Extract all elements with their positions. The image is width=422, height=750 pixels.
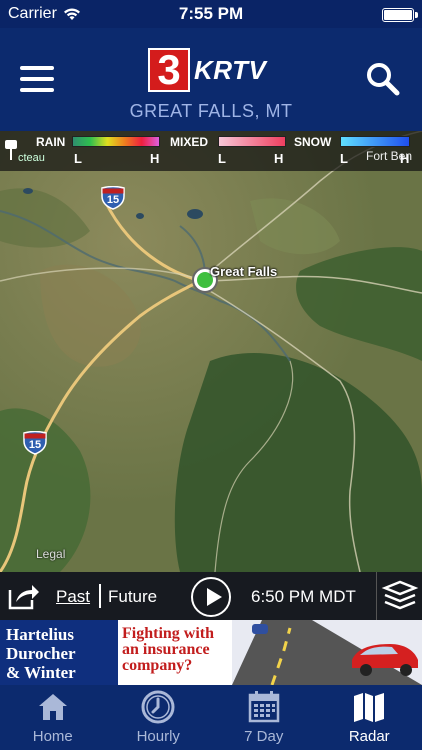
tab-7day[interactable]: 7 Day: [211, 685, 317, 750]
ad-tagline-line: an insurance: [122, 641, 210, 658]
tab-radar[interactable]: Radar: [317, 685, 422, 750]
interstate-shield-label: 15: [28, 439, 42, 451]
map-icon: [354, 693, 385, 722]
future-toggle[interactable]: Future: [108, 587, 157, 607]
station-logo: 3 KRTV: [148, 48, 266, 92]
legend-rain-scale: [72, 136, 160, 147]
ad-firm-line: Hartelius: [6, 625, 74, 644]
share-button[interactable]: [6, 580, 40, 612]
tab-home[interactable]: Home: [0, 685, 106, 750]
legend-mixed-scale: [218, 136, 286, 147]
ad-road-graphic: [232, 620, 422, 685]
legal-link[interactable]: Legal: [36, 547, 65, 561]
legend-mixed-low: L: [218, 151, 226, 166]
advertisement-banner[interactable]: Hartelius Durocher & Winter Fighting wit…: [0, 620, 422, 685]
clock-icon: [141, 690, 175, 724]
interstate-shield-label: 15: [106, 194, 120, 206]
hamburger-line: [20, 77, 54, 81]
ad-tagline-line: company?: [122, 657, 193, 674]
status-bar: Carrier 7:55 PM: [0, 0, 422, 28]
search-button[interactable]: [366, 62, 400, 96]
ad-firm-line: Durocher: [6, 644, 76, 663]
logo-number: 3: [148, 48, 190, 92]
logo-name: KRTV: [194, 54, 267, 85]
ad-tagline-line: Fighting with: [122, 625, 215, 642]
legend-rain-low: L: [74, 151, 82, 166]
menu-button[interactable]: [20, 66, 54, 92]
legend-mixed-label: MIXED: [170, 135, 209, 149]
road-car-illustration: [232, 620, 422, 685]
legend-mixed-high: H: [274, 151, 284, 166]
legend-snow-low: L: [340, 151, 348, 166]
city-label: Great Falls: [210, 264, 278, 279]
radar-timestamp: 6:50 PM MDT: [251, 587, 356, 606]
search-icon: [367, 63, 400, 96]
legend-rain-high: H: [150, 151, 160, 166]
legend-snow-scale: [340, 136, 410, 147]
share-icon: [8, 585, 39, 610]
location-label: GREAT FALLS, MT: [129, 101, 293, 121]
tab-hourly[interactable]: Hourly: [106, 685, 212, 750]
layers-icon: [381, 580, 419, 610]
tab-label: 7 Day: [244, 728, 284, 745]
map-edge-label-left: cteau: [18, 152, 45, 164]
bottom-tab-bar: Home Hourly 7 Day Radar: [0, 685, 422, 750]
home-icon: [38, 694, 67, 720]
toggle-divider: [99, 584, 101, 608]
ad-firm-line: & Winter: [6, 663, 76, 682]
battery-icon: [382, 8, 418, 22]
legend-snow-label: SNOW: [294, 135, 332, 149]
radar-playback-bar: Past Future 6:50 PM MDT: [0, 572, 422, 620]
ad-firm-name: Hartelius Durocher & Winter: [0, 620, 118, 685]
legend-marker-icon: [5, 140, 17, 160]
tab-label: Home: [32, 728, 73, 745]
calendar-icon: [248, 691, 279, 723]
status-time: 7:55 PM: [178, 4, 244, 23]
hamburger-icon: [20, 66, 54, 70]
play-button[interactable]: [191, 577, 231, 617]
interstate-shield-north: 15: [100, 185, 126, 210]
legend-rain-label: RAIN: [36, 135, 66, 149]
map-edge-label-right: Fort Ben: [366, 149, 413, 163]
tab-label: Hourly: [136, 728, 180, 745]
past-toggle[interactable]: Past: [56, 587, 90, 607]
tab-label: Radar: [348, 728, 390, 745]
app-header: 3 KRTV GREAT FALLS, MT: [0, 28, 422, 131]
radar-legend: RAIN L H MIXED L H SNOW L H cteau Fort B…: [0, 131, 422, 171]
interstate-shield-south: 15: [22, 430, 48, 455]
radar-map[interactable]: RAIN L H MIXED L H SNOW L H cteau Fort B…: [0, 131, 422, 572]
ad-tagline: Fighting with an insurance company?: [122, 626, 232, 674]
hamburger-line: [20, 88, 54, 92]
layers-button[interactable]: [376, 572, 422, 620]
map-terrain: [0, 131, 422, 572]
